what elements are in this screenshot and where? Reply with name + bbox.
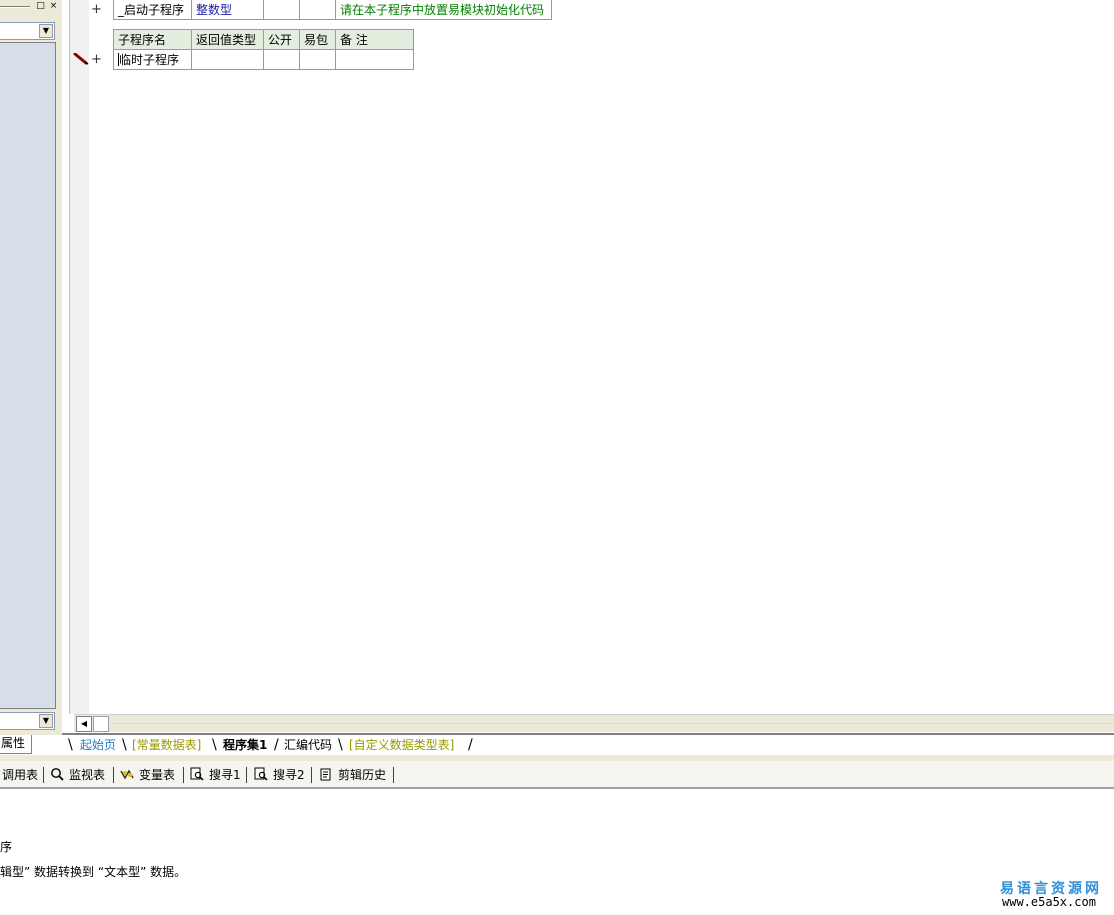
code-editor[interactable] [89,0,1114,714]
subroutine-name[interactable]: 临时子程序 [119,53,179,67]
header-easy-pack: 易包 [299,29,336,50]
tab-assembly-code[interactable]: 汇编代码 [284,736,332,755]
tab-divider: \ [122,737,127,753]
output-line: 序 [0,840,13,854]
tab-divider: / [468,737,473,753]
tab-constant-table[interactable]: [常量数据表] [132,736,201,755]
startup-program-table: _启动子程序 整数型 请在本子程序中放置易模块初始化代码 [113,0,552,20]
watch-table-button[interactable]: 监视表 [50,766,105,784]
program-name-cell[interactable]: _启动子程序 [113,0,192,20]
easy-pack-cell[interactable] [299,0,336,20]
table-row: _启动子程序 整数型 请在本子程序中放置易模块初始化代码 [113,0,552,20]
subroutine-public-cell[interactable] [263,49,300,70]
scroll-left-icon[interactable]: ◀ [76,716,92,732]
close-icon[interactable]: × [48,1,59,12]
subroutine-table: 子程序名 返回值类型 公开 易包 备 注 临时子程序 [113,29,414,70]
tab-program-set[interactable]: 程序集1 [223,736,267,755]
call-table-label: 调用表 [2,768,39,782]
table-row: 临时子程序 [113,49,414,70]
clip-history-button[interactable]: 剪辑历史 [319,766,386,784]
clip-history-label: 剪辑历史 [338,768,387,782]
toolbar-divider [393,767,394,783]
output-panel[interactable]: 序 辑型” 数据转换到 “文本型” 数据。 [0,791,1114,915]
header-comment: 备 注 [335,29,414,50]
search-doc-icon [254,767,268,781]
event-combo[interactable]: ▼ [0,712,55,730]
watch-table-label: 监视表 [69,768,106,782]
variable-table-label: 变量表 [139,768,176,782]
search2-label: 搜寻2 [273,768,305,782]
magnifier-icon [51,768,64,781]
subroutine-return-type-cell[interactable] [191,49,264,70]
call-table-button[interactable]: 调用表 [2,766,38,784]
bottom-toolbar: 调用表 监视表 变量表 搜寻1 搜寻2 剪辑历史 [0,761,1114,789]
variable-table-button[interactable]: 变量表 [120,766,175,784]
watermark-url: www.e5a5x.com [1002,895,1096,909]
property-list[interactable] [0,42,56,709]
clipboard-icon [320,768,331,781]
subroutine-name-cell[interactable]: 临时子程序 [113,49,192,70]
table-header-row: 子程序名 返回值类型 公开 易包 备 注 [113,29,414,50]
app-window: □ × ▼ ▼ 属性 + + _启动子程序 整数型 请在本子程序中放置易模块初始… [0,0,1114,915]
public-cell[interactable] [263,0,300,20]
header-name: 子程序名 [113,29,192,50]
variable-table-icon [120,769,134,780]
horizontal-scrollbar[interactable]: ◀ [74,714,1114,732]
tab-divider: \ [212,737,217,753]
toolbar-divider [113,767,114,783]
subroutine-comment-cell[interactable] [335,49,414,70]
header-return-type: 返回值类型 [191,29,264,50]
search-doc-icon [190,767,204,781]
expand-plus-icon[interactable]: + [91,3,102,17]
toolbar-divider [246,767,247,783]
subroutine-easy-pack-cell[interactable] [299,49,336,70]
search1-label: 搜寻1 [209,768,241,782]
header-public: 公开 [263,29,300,50]
object-combo[interactable]: ▼ [0,22,55,40]
left-panel: □ × ▼ ▼ [0,0,62,735]
scroll-track [114,723,1114,724]
tab-divider: / [274,737,279,753]
editor-gutter [69,0,89,714]
chevron-down-icon[interactable]: ▼ [39,24,53,38]
toolbar-divider [43,767,44,783]
search2-button[interactable]: 搜寻2 [254,766,305,784]
tab-divider: \ [68,737,73,753]
return-type-cell[interactable]: 整数型 [191,0,264,20]
tab-start-page[interactable]: 起始页 [80,736,116,755]
output-line: 辑型” 数据转换到 “文本型” 数据。 [0,865,187,879]
toolbar-divider [311,767,312,783]
edit-pen-icon [73,53,89,65]
tab-properties[interactable]: 属性 [0,735,32,754]
expand-plus-icon[interactable]: + [91,53,102,67]
panel-title-line [0,6,30,8]
scroll-thumb[interactable] [93,716,109,732]
toolbar-divider [183,767,184,783]
restore-icon[interactable]: □ [35,1,46,12]
chevron-down-icon[interactable]: ▼ [39,714,53,728]
search1-button[interactable]: 搜寻1 [190,766,241,784]
document-tab-bar: \ 起始页 \ [常量数据表] \ 程序集1 / 汇编代码 \ [自定义数据类型… [62,733,1114,755]
comment-cell[interactable]: 请在本子程序中放置易模块初始化代码 [335,0,552,20]
tab-custom-types[interactable]: [自定义数据类型表] [349,736,454,755]
tab-divider: \ [338,737,343,753]
